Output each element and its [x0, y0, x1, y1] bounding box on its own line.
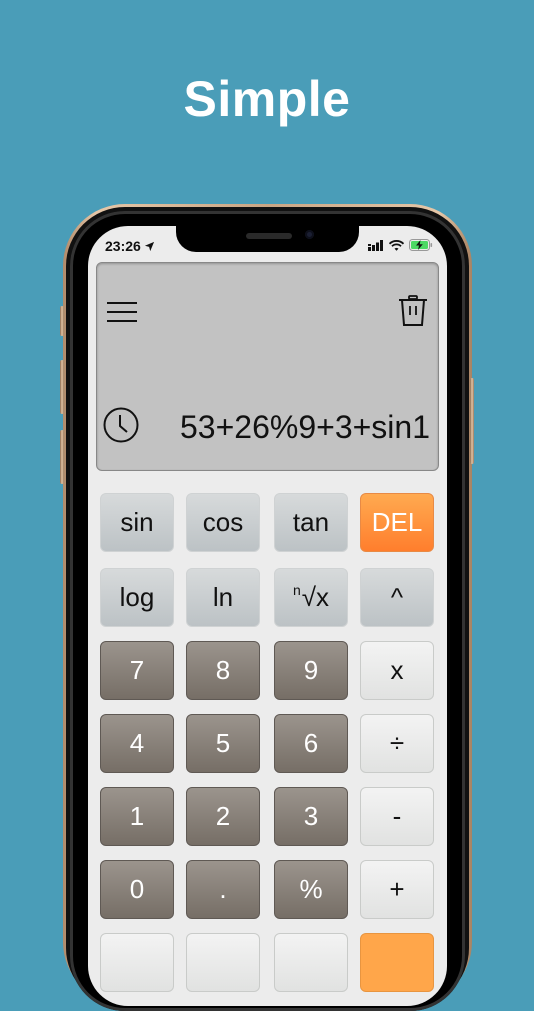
key-label: 3	[303, 801, 319, 831]
front-camera	[305, 230, 314, 239]
key-label: 1	[129, 801, 145, 831]
key-power[interactable]: ^	[360, 568, 434, 627]
key-label: tan	[292, 507, 330, 537]
headline: Simple	[183, 71, 351, 127]
key-plus[interactable]: +	[360, 860, 434, 919]
location-arrow-icon	[144, 241, 154, 251]
key-cos[interactable]: cos	[186, 493, 260, 552]
key-label: 9	[303, 655, 319, 685]
key-label: √x	[301, 582, 330, 612]
key-label: x	[390, 655, 404, 685]
key-sin[interactable]: sin	[100, 493, 174, 552]
key-label: 8	[215, 655, 231, 685]
mute-switch	[60, 306, 64, 336]
key-0[interactable]: 0	[100, 860, 174, 919]
key-decimal[interactable]: .	[186, 860, 260, 919]
key-2[interactable]: 2	[186, 787, 260, 846]
key-label: ÷	[389, 728, 405, 758]
key-label: cos	[202, 507, 244, 537]
key-5[interactable]: 5	[186, 714, 260, 773]
key-ln[interactable]: ln	[186, 568, 260, 627]
clock-icon[interactable]	[103, 407, 139, 443]
key-percent[interactable]: %	[274, 860, 348, 919]
battery-charging-icon	[409, 239, 433, 251]
key-blank-6-1[interactable]	[186, 933, 260, 992]
key-label: 6	[303, 728, 319, 758]
key-label: 4	[129, 728, 145, 758]
key-minus[interactable]: -	[360, 787, 434, 846]
key-3[interactable]: 3	[274, 787, 348, 846]
key-label: 5	[215, 728, 231, 758]
key-multiply[interactable]: x	[360, 641, 434, 700]
key-label: ^	[390, 582, 404, 612]
speaker	[246, 233, 292, 239]
key-label: log	[119, 582, 155, 612]
key-label: %	[299, 874, 323, 904]
expression-text: 53+26%9+3+sin1	[180, 409, 430, 445]
wifi-icon	[389, 239, 404, 251]
calculator-display: 53+26%9+3+sin1	[96, 262, 439, 471]
key-6[interactable]: 6	[274, 714, 348, 773]
key-delete[interactable]: DEL	[360, 493, 434, 552]
key-divide[interactable]: ÷	[360, 714, 434, 773]
key-label: .	[219, 874, 227, 904]
power-button	[470, 378, 474, 464]
key-label: 0	[129, 874, 145, 904]
trash-icon[interactable]	[398, 295, 428, 327]
hamburger-menu-icon[interactable]	[106, 301, 138, 323]
key-superscript: n	[292, 581, 301, 598]
key-blank-6-2[interactable]	[274, 933, 348, 992]
cellular-signal-icon	[368, 239, 383, 251]
key-9[interactable]: 9	[274, 641, 348, 700]
status-time-text: 23:26	[105, 238, 141, 254]
key-8[interactable]: 8	[186, 641, 260, 700]
status-icons	[368, 239, 433, 251]
key-label: -	[392, 801, 402, 831]
key-label: DEL	[371, 507, 423, 537]
volume-up-button	[60, 360, 64, 414]
key-label: ln	[212, 582, 234, 612]
status-time: 23:26	[105, 238, 155, 254]
notch	[176, 226, 359, 252]
key-label: +	[389, 874, 405, 904]
key-label: 7	[129, 655, 145, 685]
volume-down-button	[60, 430, 64, 484]
key-tan[interactable]: tan	[274, 493, 348, 552]
key-log[interactable]: log	[100, 568, 174, 627]
phone-screen: 23:26 53+26%9+3+sin1 sin cos tan DEL log…	[88, 226, 447, 1006]
key-blank-6-3[interactable]	[360, 933, 434, 992]
key-label: 2	[215, 801, 231, 831]
key-4[interactable]: 4	[100, 714, 174, 773]
key-label: sin	[120, 507, 154, 537]
key-blank-6-0[interactable]	[100, 933, 174, 992]
key-7[interactable]: 7	[100, 641, 174, 700]
key-nth-root[interactable]: n √x	[274, 568, 348, 627]
key-1[interactable]: 1	[100, 787, 174, 846]
